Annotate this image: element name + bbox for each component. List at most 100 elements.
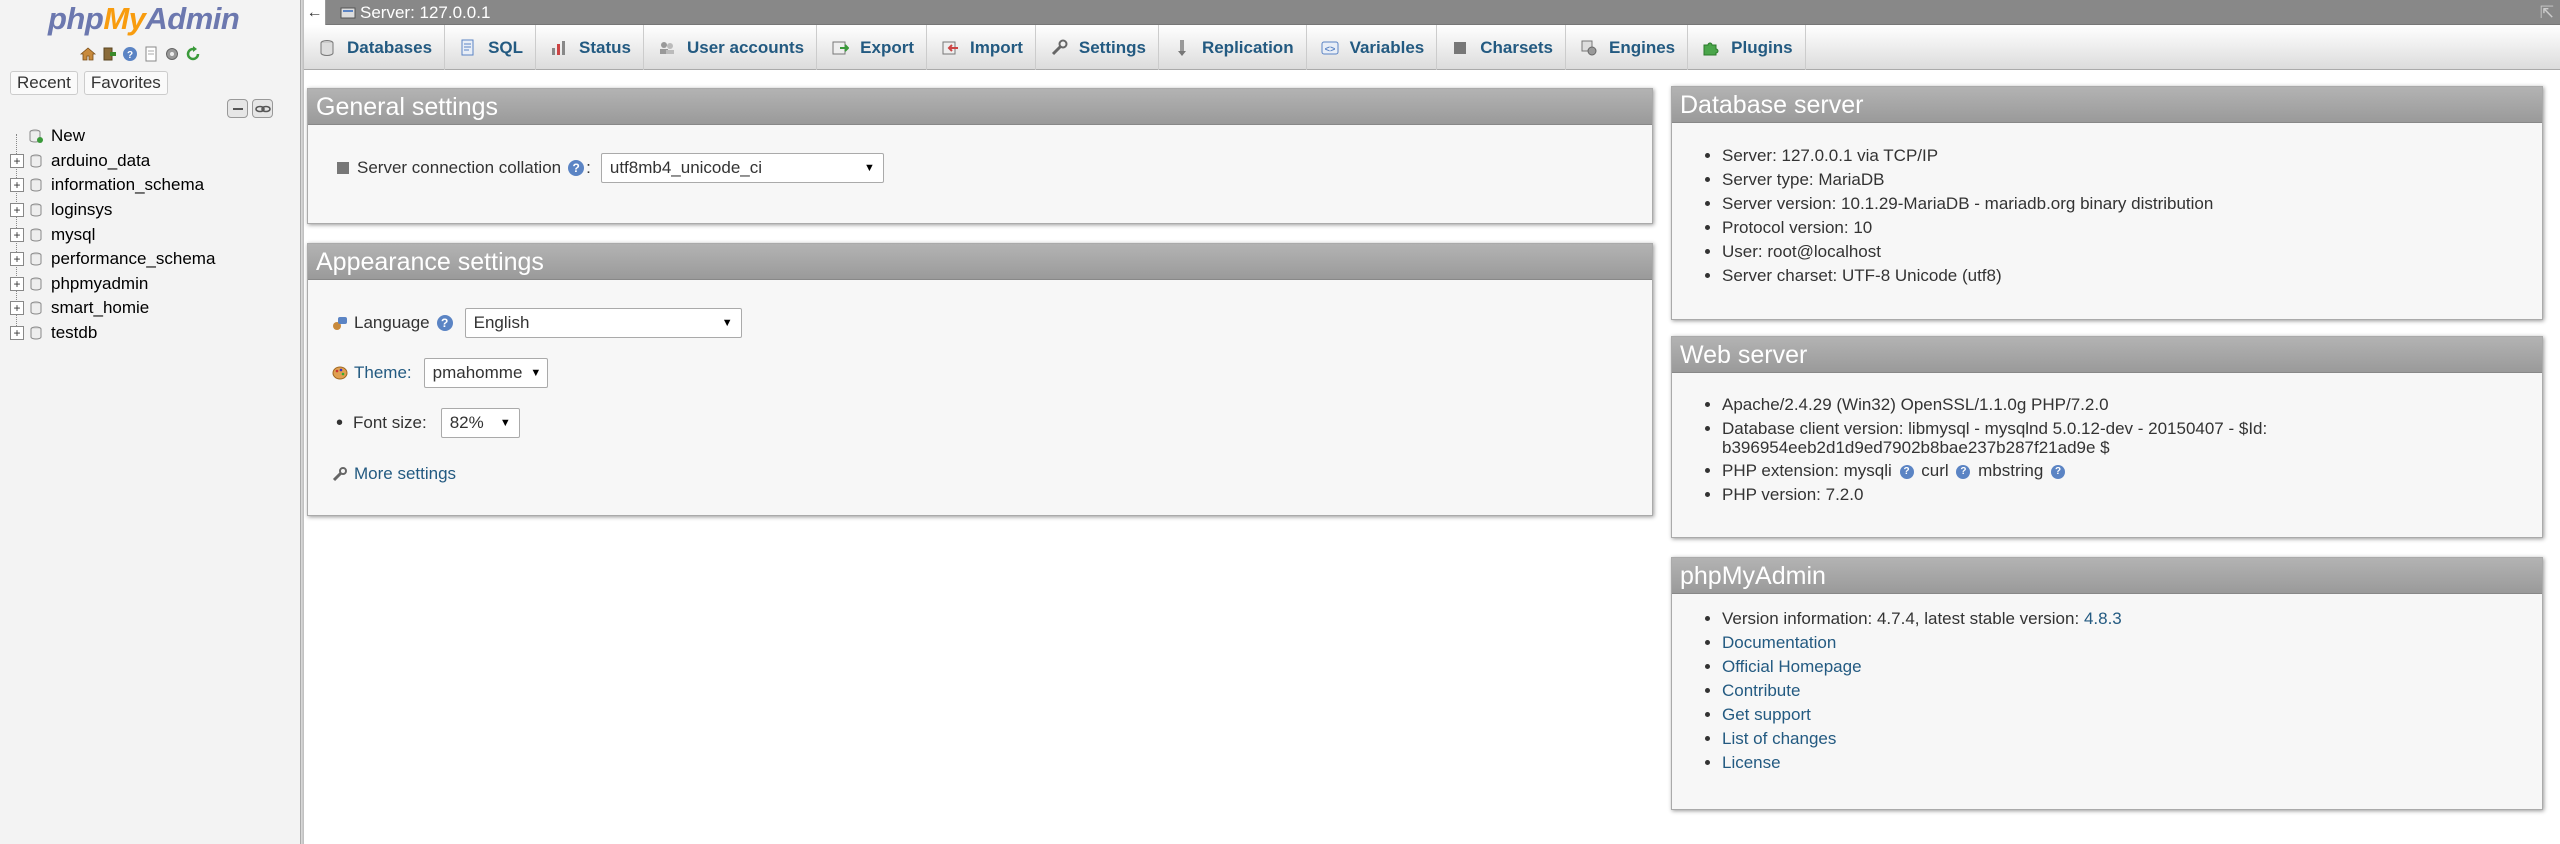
list-of-changes-link[interactable]: List of changes [1722,729,1836,748]
tree-item-database[interactable]: + phpmyadmin [10,272,215,297]
database-icon [30,178,42,192]
expand-plus-icon[interactable]: + [10,252,24,267]
latest-version-link[interactable]: 4.8.3 [2084,609,2122,628]
tab-label: Import [970,37,1023,57]
tree-item-database[interactable]: + testdb [10,321,215,346]
tab-label: SQL [488,37,524,57]
official-homepage-link[interactable]: Official Homepage [1722,657,1862,676]
tab-label: Settings [1078,37,1146,57]
tab-databases[interactable]: Databases [304,25,446,70]
tab-label: Variables [1349,37,1425,57]
tree-item-database[interactable]: + information_schema [10,173,215,198]
expand-plus-icon[interactable]: + [10,326,24,341]
collapse-navigation-button[interactable]: ← [304,0,326,25]
font-size-row: • Font size: 82% ▼ [332,408,520,438]
svg-text:<>: <> [1324,45,1335,55]
curl-help-icon[interactable]: ? [1956,464,1971,479]
theme-label-link[interactable]: Theme: [354,363,412,383]
documentation-icon[interactable] [142,45,160,63]
tab-user-accounts[interactable]: User accounts [644,25,818,70]
maximize-icon[interactable]: ⇱ [2540,3,2554,23]
list-item: Get support [1722,703,2122,727]
navigation-panel: phpMyAdmin ? Recent Favorites New + ardu… [0,0,301,844]
tree-item-database[interactable]: + loginsys [10,198,215,223]
tree-item-label: loginsys [51,200,113,220]
language-select-value: English [473,313,530,332]
main-menu-tabs: Databases SQL Status User accounts Expor… [304,25,2560,70]
link-with-main-button[interactable] [252,99,273,118]
tab-charsets[interactable]: Charsets [1437,25,1567,70]
version-info: Version information: 4.7.4, latest stabl… [1722,607,2122,631]
database-icon [30,154,42,168]
php-ext-label: PHP extension: mysqli [1722,461,1892,480]
mbstring-help-icon[interactable]: ? [2051,464,2066,479]
tree-item-database[interactable]: + arduino_data [10,149,215,174]
language-help-icon[interactable]: ? [436,315,453,331]
import-icon [941,39,959,57]
tab-plugins[interactable]: Plugins [1688,25,1806,70]
expand-plus-icon[interactable]: + [10,153,24,168]
contribute-link[interactable]: Contribute [1722,681,1800,700]
database-icon [30,277,42,291]
expand-plus-icon[interactable]: + [10,276,24,291]
tab-label: Engines [1609,37,1676,57]
tree-item-label: smart_homie [51,298,150,318]
database-server-info-list: Server: 127.0.0.1 via TCP/IP Server type… [1722,144,2213,288]
tab-label: Replication [1201,37,1294,57]
theme-palette-icon [332,365,348,381]
list-item: Server: 127.0.0.1 via TCP/IP [1722,144,2213,168]
tab-status[interactable]: Status [536,25,644,70]
collation-help-icon[interactable]: ? [568,160,585,176]
logo-my: My [103,1,146,36]
home-icon[interactable] [79,45,97,63]
tree-item-database[interactable]: + mysql [10,222,215,247]
phpmyadmin-info-panel: phpMyAdmin Version information: 4.7.4, l… [1671,557,2543,810]
favorites-tab[interactable]: Favorites [83,71,168,95]
database-icon [30,228,42,242]
database-icon [30,203,42,217]
help-icon[interactable]: ? [121,45,139,63]
font-size-select[interactable]: 82% ▼ [440,408,520,438]
tree-item-new[interactable]: New [10,124,215,149]
recent-tab[interactable]: Recent [10,71,78,95]
navigation-resizer[interactable] [301,0,304,844]
breadcrumb[interactable]: Server: 127.0.0.1 [340,3,490,23]
tab-import[interactable]: Import [927,25,1036,70]
logo-php: php [48,1,104,36]
more-settings-link[interactable]: More settings [354,464,456,484]
reload-icon[interactable] [184,45,202,63]
expand-plus-icon[interactable]: + [10,203,24,218]
tree-item-database[interactable]: + performance_schema [10,247,215,272]
collation-select[interactable]: utf8mb4_unicode_ci ▼ [600,153,884,183]
phpmyadmin-logo[interactable]: phpMyAdmin [48,1,240,37]
documentation-link[interactable]: Documentation [1722,633,1836,652]
status-icon [550,39,568,57]
logo-admin: Admin [145,1,240,36]
tab-engines[interactable]: Engines [1566,25,1689,70]
tree-item-label: performance_schema [51,249,216,269]
tab-export[interactable]: Export [817,25,927,70]
tree-item-database[interactable]: + smart_homie [10,296,215,321]
sql-icon [459,39,477,57]
appearance-settings-panel: Appearance settings Language ? English ▼… [307,243,1653,516]
expand-plus-icon[interactable]: + [10,227,24,242]
bullet: • [336,411,344,434]
database-icon [318,39,336,57]
get-support-link[interactable]: Get support [1722,705,1811,724]
logout-icon[interactable] [100,45,118,63]
expand-plus-icon[interactable]: + [10,178,24,193]
tree-item-label: mysql [51,224,96,244]
language-select[interactable]: English ▼ [464,308,742,338]
mysqli-help-icon[interactable]: ? [1899,464,1914,479]
expand-plus-icon[interactable]: + [10,301,24,316]
tab-variables[interactable]: <> Variables [1307,25,1438,70]
new-database-icon [29,129,43,144]
collapse-all-button[interactable] [227,99,248,118]
license-link[interactable]: License [1722,753,1781,772]
tab-sql[interactable]: SQL [445,25,537,70]
tab-settings[interactable]: Settings [1036,25,1159,70]
theme-select[interactable]: pmahomme ▼ [423,358,548,388]
tab-replication[interactable]: Replication [1159,25,1307,70]
settings-gear-icon[interactable] [163,45,181,63]
